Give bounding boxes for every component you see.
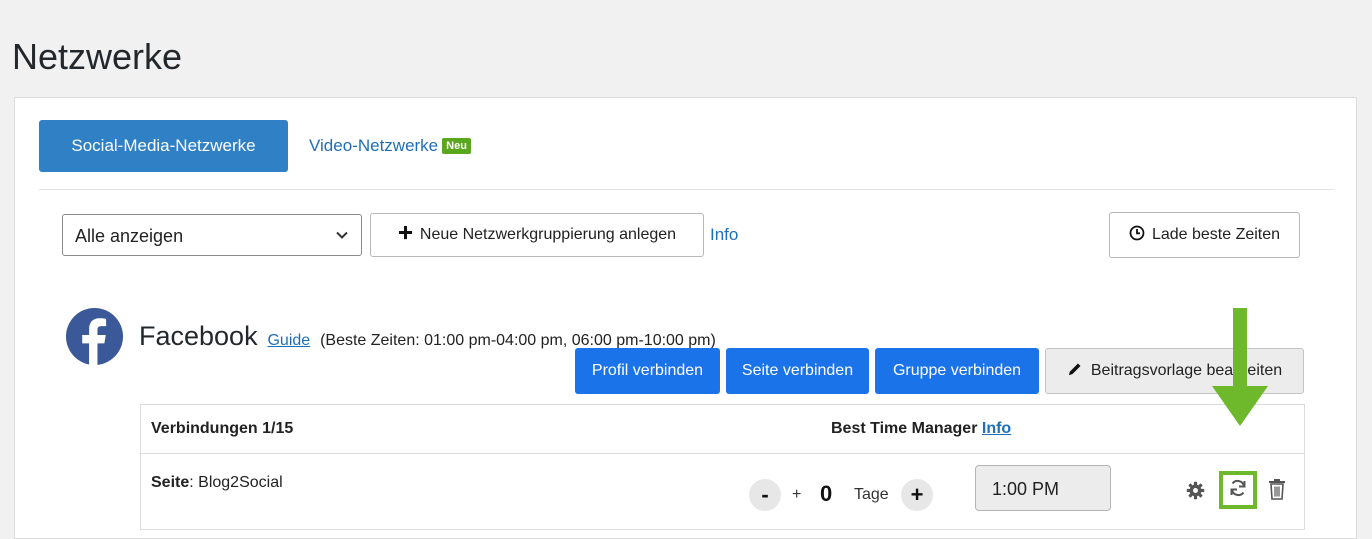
refresh-connection-button[interactable]	[1219, 471, 1257, 509]
connections-table-header: Verbindungen 1/15 Best Time Manager Info	[141, 405, 1304, 454]
facebook-best-times: (Beste Zeiten: 01:00 pm-04:00 pm, 06:00 …	[320, 332, 716, 349]
posting-time-field[interactable]: 1:00 PM	[975, 465, 1111, 511]
plus-sign: +	[910, 482, 924, 507]
days-sign: +	[792, 486, 802, 503]
info-link[interactable]: Info	[710, 225, 738, 245]
connect-page-button[interactable]: Seite verbinden	[726, 348, 869, 394]
connection-type-label: Seite	[151, 474, 190, 491]
networks-panel: Social-Media-Netzwerke Video-Netzwerke Ne…	[14, 97, 1357, 539]
clock-icon	[1129, 225, 1145, 246]
new-badge: Neu	[442, 138, 471, 154]
new-network-group-button[interactable]: Neue Netzwerkgruppierung anlegen	[370, 213, 704, 257]
refresh-icon	[1228, 478, 1248, 503]
facebook-logo-icon	[65, 307, 124, 366]
best-time-manager-label: Best Time Manager	[831, 420, 978, 437]
increase-days-button[interactable]: +	[901, 479, 933, 511]
network-filter-value: Alle anzeigen	[75, 226, 184, 246]
tab-video-networks-label: Video-Netzwerke	[309, 136, 439, 155]
connections-table: Verbindungen 1/15 Best Time Manager Info…	[140, 404, 1305, 530]
connection-name: Seite: Blog2Social	[151, 474, 283, 492]
arrow-down-annotation	[1212, 308, 1268, 428]
page-title: Netzwerke	[12, 36, 183, 77]
minus-sign: -	[761, 482, 769, 507]
trash-icon[interactable]	[1268, 478, 1286, 505]
chevron-down-icon	[335, 228, 349, 247]
table-row: Seite: Blog2Social - + 0 Tage + 1:00 PM	[141, 454, 1304, 530]
connection-account-name: : Blog2Social	[189, 474, 283, 491]
pencil-icon	[1067, 361, 1083, 382]
gear-icon[interactable]	[1186, 481, 1205, 505]
facebook-network-name: Facebook	[139, 321, 258, 351]
days-offset-value: 0	[820, 481, 833, 506]
best-time-manager-info-link[interactable]: Info	[982, 420, 1011, 437]
best-time-manager-header: Best Time Manager Info	[831, 420, 1011, 438]
tabs-divider	[39, 189, 1334, 190]
network-filter-select[interactable]: Alle anzeigen	[62, 214, 362, 256]
load-best-times-button[interactable]: Lade beste Zeiten	[1109, 212, 1300, 258]
facebook-guide-link[interactable]: Guide	[267, 332, 310, 349]
connections-count: Verbindungen 1/15	[151, 420, 294, 437]
connect-profile-button[interactable]: Profil verbinden	[575, 348, 720, 394]
tab-video-networks[interactable]: Video-Netzwerke Neu	[309, 136, 471, 156]
load-best-times-label: Lade beste Zeiten	[1151, 226, 1281, 243]
plus-icon	[398, 225, 413, 245]
decrease-days-button[interactable]: -	[749, 479, 781, 511]
new-network-group-label: Neue Netzwerkgruppierung anlegen	[419, 226, 677, 243]
tab-social-media-networks[interactable]: Social-Media-Netzwerke	[39, 120, 288, 172]
connect-group-button[interactable]: Gruppe verbinden	[875, 348, 1039, 394]
days-unit-label: Tage	[854, 486, 889, 503]
